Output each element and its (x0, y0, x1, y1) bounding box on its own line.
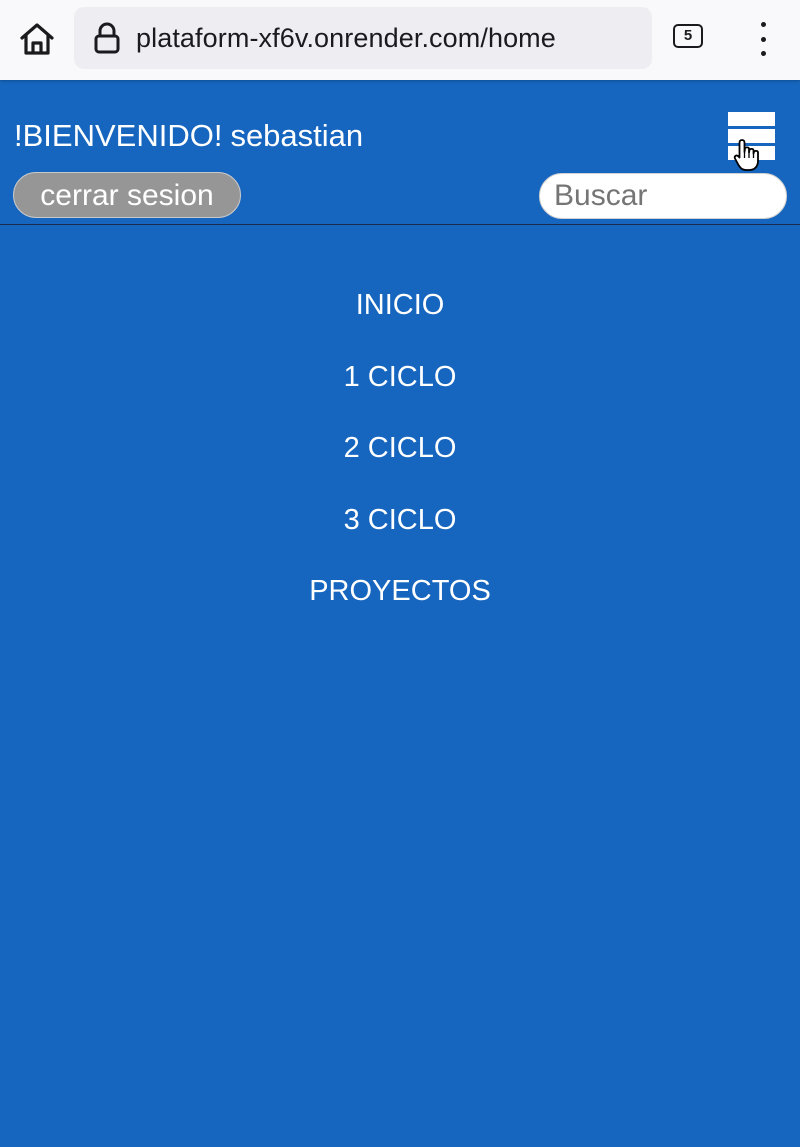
nav-item-inicio[interactable]: INICIO (0, 270, 800, 342)
lock-icon (94, 22, 120, 54)
hand-pointer-icon (733, 139, 759, 171)
tabs-button[interactable]: 5 (673, 24, 703, 48)
browser-toolbar: plataform-xf6v.onrender.com/home 5 (0, 0, 800, 80)
username: sebastian (230, 118, 364, 153)
greeting-text: !BIENVENIDO! (14, 118, 223, 153)
logout-button[interactable]: cerrar sesion (13, 172, 241, 218)
more-vert-icon[interactable] (748, 22, 778, 56)
nav-item-1-ciclo[interactable]: 1 CICLO (0, 342, 800, 414)
nav-item-3-ciclo[interactable]: 3 CICLO (0, 485, 800, 557)
nav-item-proyectos[interactable]: PROYECTOS (0, 556, 800, 628)
main-nav: INICIO 1 CICLO 2 CICLO 3 CICLO PROYECTOS (0, 270, 800, 628)
search-input[interactable] (539, 173, 787, 219)
url-text: plataform-xf6v.onrender.com/home (136, 23, 556, 53)
site-header: !BIENVENIDO! sebastian cerrar sesion (0, 80, 800, 225)
address-bar[interactable]: plataform-xf6v.onrender.com/home (74, 7, 652, 69)
welcome-message: !BIENVENIDO! sebastian (14, 118, 363, 154)
tab-count: 5 (683, 27, 693, 44)
home-button[interactable] (16, 18, 58, 60)
nav-item-2-ciclo[interactable]: 2 CICLO (0, 413, 800, 485)
home-icon (20, 23, 54, 55)
